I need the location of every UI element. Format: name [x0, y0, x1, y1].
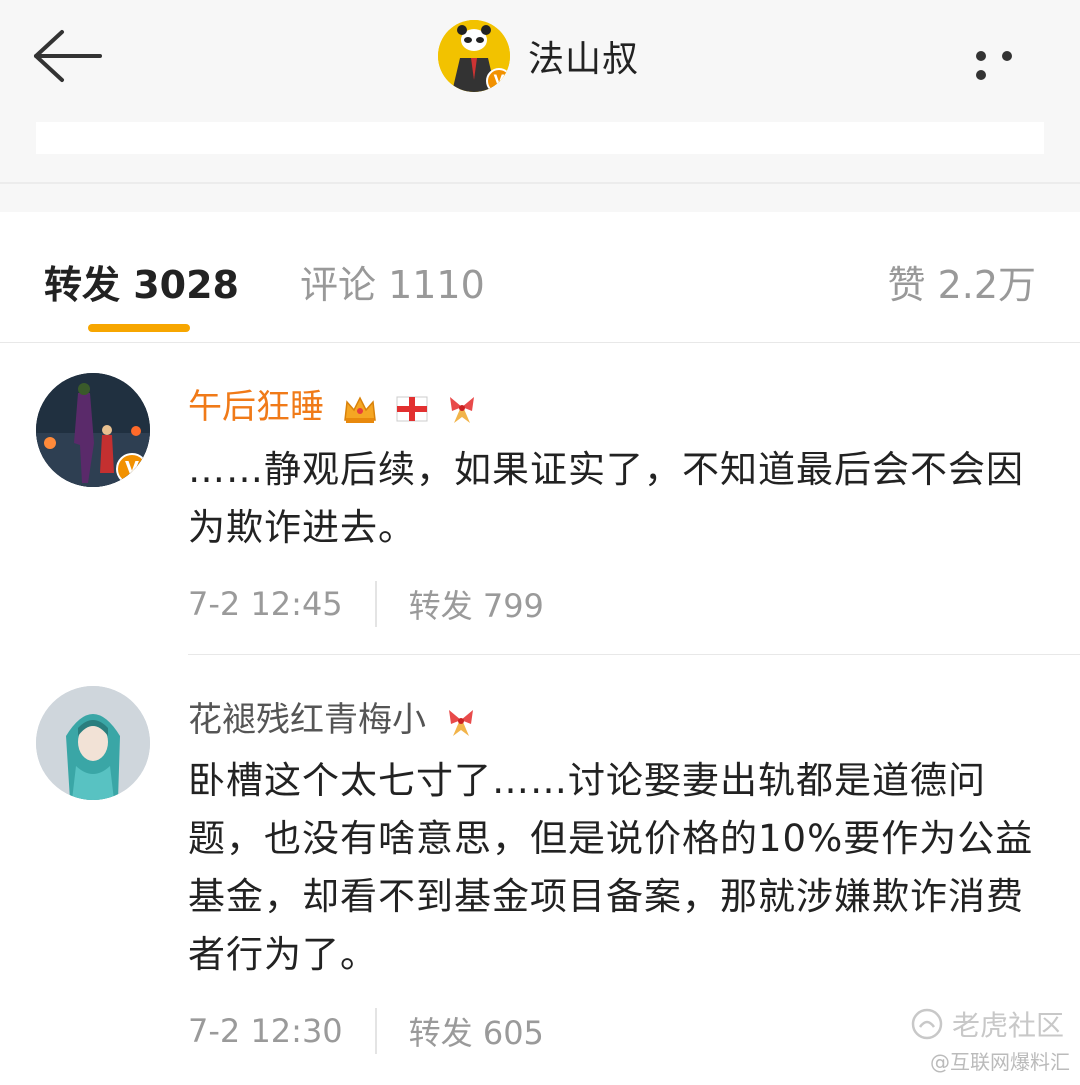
timestamp: 7-2 12:45	[188, 585, 343, 623]
tab-bar: 转发 3028 评论 1110 赞 2.2万	[0, 212, 1080, 343]
crown-icon	[343, 395, 376, 423]
top-bar: V 法山叔	[0, 0, 1080, 122]
list-item[interactable]: V 午后狂睡 ……静观后续，如果证实了，不知道最后会不会因为欺诈进去。 7-2 …	[0, 343, 1080, 655]
username[interactable]: 花褪残红青梅小	[188, 700, 426, 740]
item-divider	[188, 654, 1080, 655]
avatar[interactable]	[36, 686, 150, 800]
repost-text: 卧槽这个太七寸了……讨论娶妻出轨都是道德问题，也没有啥意思，但是说价格的10%要…	[188, 759, 1034, 976]
username-row[interactable]: 花褪残红青梅小	[188, 692, 477, 741]
meta-divider	[374, 1008, 377, 1054]
separator-line	[0, 182, 1080, 184]
girl-avatar-icon	[36, 686, 150, 800]
bow-icon	[448, 709, 473, 736]
verified-badge-icon: V	[486, 68, 510, 92]
meta-divider	[374, 581, 377, 627]
profile-header[interactable]: V 法山叔	[438, 20, 639, 92]
content-preview-strip	[36, 122, 1044, 154]
timestamp: 7-2 12:30	[188, 1012, 343, 1050]
tab-comments[interactable]: 评论 1110	[300, 254, 485, 309]
repost-count[interactable]: 转发 605	[409, 1008, 544, 1054]
tiger-community-logo-icon	[911, 1008, 943, 1040]
red-cross-flag-icon	[396, 396, 428, 421]
watermark-text: 老虎社区	[952, 1009, 1065, 1042]
verified-badge-icon: V	[116, 453, 148, 485]
watermark-logo: 老虎社区	[910, 1004, 1064, 1044]
item-meta: 7-2 12:30 转发 605	[188, 1006, 544, 1056]
more-dots-icon[interactable]	[976, 46, 1052, 80]
repost-count[interactable]: 转发 799	[409, 581, 544, 627]
avatar[interactable]: V	[36, 373, 150, 487]
watermark-handle: @互联网爆料汇	[930, 1050, 1070, 1074]
username-row[interactable]: 午后狂睡	[188, 379, 478, 428]
bow-icon	[450, 396, 475, 423]
tab-reposts[interactable]: 转发 3028	[44, 254, 239, 309]
repost-text: ……静观后续，如果证实了，不知道最后会不会因为欺诈进去。	[188, 448, 1024, 549]
tab-likes[interactable]: 赞 2.2万	[887, 254, 1036, 309]
active-tab-indicator	[88, 324, 190, 332]
username[interactable]: 午后狂睡	[188, 387, 324, 427]
page-title: 法山叔	[528, 39, 640, 80]
avatar[interactable]: V	[438, 20, 510, 92]
back-arrow-icon[interactable]	[28, 26, 104, 86]
item-meta: 7-2 12:45 转发 799	[188, 579, 544, 629]
